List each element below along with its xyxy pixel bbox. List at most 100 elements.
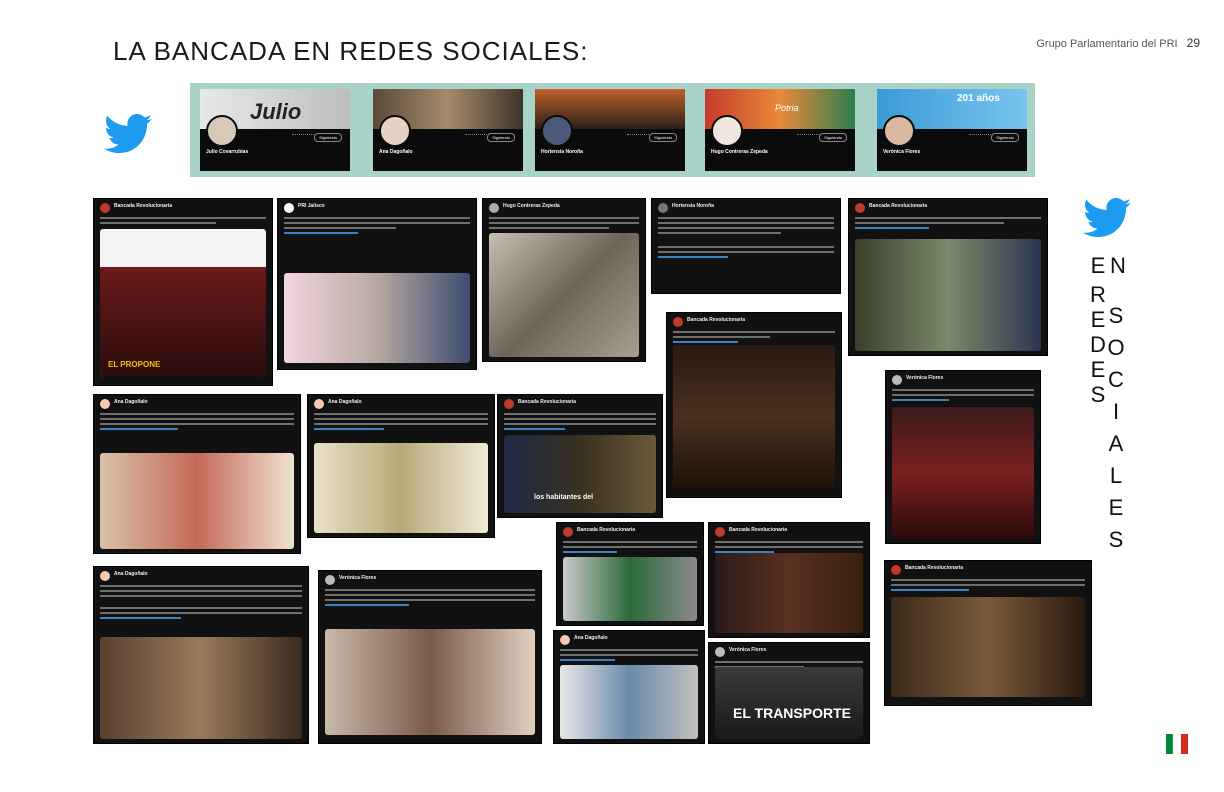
- profile-card[interactable]: Potria Siguiendo Hugo Contreras Zepeda: [705, 89, 855, 171]
- tweet-author: Bancada Revolucionaria: [905, 565, 964, 571]
- follow-button[interactable]: Siguiendo: [819, 133, 847, 142]
- tweet-image: [284, 273, 470, 363]
- tweet-text: [891, 579, 1085, 594]
- tweet-text: [892, 389, 1034, 404]
- tweet-text: [100, 413, 294, 433]
- avatar: [100, 399, 110, 409]
- tweet-card[interactable]: PRI Jalisco: [277, 198, 477, 370]
- tweet-author: Ana Dagoñalo: [114, 399, 148, 405]
- avatar: [504, 399, 514, 409]
- tweet-card[interactable]: Bancada Revolucionaria los habitantes de…: [497, 394, 663, 518]
- tweet-image: [673, 345, 835, 491]
- tweet-card[interactable]: Bancada Revolucionaria: [666, 312, 842, 498]
- action-dots: [797, 134, 821, 140]
- profile-name: Verónica Flores: [883, 149, 921, 155]
- avatar: [489, 203, 499, 213]
- tweet-image: [325, 629, 535, 735]
- avatar: [541, 115, 573, 147]
- tweet-author: Verónica Flores: [906, 375, 944, 381]
- group-name: Grupo Parlamentario del PRI: [1036, 38, 1178, 50]
- tweet-text: [489, 217, 639, 232]
- avatar: [673, 317, 683, 327]
- action-dots: [465, 134, 489, 140]
- tweet-text: [560, 649, 698, 664]
- tweet-text: [563, 541, 697, 556]
- tweet-card[interactable]: Ana Dagoñalo: [93, 566, 309, 744]
- avatar: [379, 115, 411, 147]
- tweet-author: Bancada Revolucionaria: [687, 317, 746, 323]
- tweet-card[interactable]: Ana Dagoñalo: [307, 394, 495, 538]
- follow-button[interactable]: Siguiendo: [487, 133, 515, 142]
- follow-button[interactable]: Siguiendo: [314, 133, 342, 142]
- tweet-text: [100, 217, 266, 227]
- profile-card[interactable]: Julio Siguiendo Julio Covarrubias: [200, 89, 350, 171]
- banner-text: 201 años: [957, 93, 1000, 104]
- tweet-author: Ana Dagoñalo: [114, 571, 148, 577]
- avatar: [715, 527, 725, 537]
- avatar: [563, 527, 573, 537]
- tweet-card[interactable]: Hortensia Noroña: [651, 198, 841, 294]
- tweet-author: Bancada Revolucionaria: [869, 203, 928, 209]
- avatar: [891, 565, 901, 575]
- tweet-author: Hortensia Noroña: [672, 203, 714, 209]
- tweet-image: [100, 637, 302, 739]
- tweet-card[interactable]: Bancada Revolucionaria: [848, 198, 1048, 356]
- tweet-author: Ana Dagoñalo: [574, 635, 608, 641]
- vertical-text-sociales: S O C I A L E S: [1107, 303, 1125, 552]
- tweet-text: [100, 585, 302, 622]
- twitter-bird-icon: [104, 114, 152, 154]
- profile-card[interactable]: 201 años Siguiendo Verónica Flores: [877, 89, 1027, 171]
- vertical-text-redes: R E D E S: [1090, 282, 1106, 407]
- follow-button[interactable]: Siguiendo: [649, 133, 677, 142]
- tweet-card[interactable]: Verónica Flores: [885, 370, 1041, 544]
- avatar: [883, 115, 915, 147]
- avatar: [855, 203, 865, 213]
- banner-text: Potria: [775, 103, 799, 113]
- avatar: [892, 375, 902, 385]
- tweet-author: PRI Jalisco: [298, 203, 325, 209]
- tweet-image: EL TRANSPORTE: [715, 667, 863, 739]
- tweet-text: [855, 217, 1041, 232]
- action-dots: [292, 134, 316, 140]
- action-dots: [969, 134, 993, 140]
- action-dots: [627, 134, 651, 140]
- tweet-card[interactable]: Ana Dagoñalo: [553, 630, 705, 744]
- avatar: [560, 635, 570, 645]
- overlay-text: los habitantes del: [534, 494, 594, 501]
- avatar: [325, 575, 335, 585]
- tweet-card[interactable]: Bancada Revolucionaria: [884, 560, 1092, 706]
- profile-card[interactable]: Siguiendo Hortensia Noroña: [535, 89, 685, 171]
- pri-logo-icon: [1166, 733, 1188, 755]
- twitter-bird-icon: [1083, 198, 1131, 238]
- banner-text: Julio: [250, 99, 302, 124]
- tweet-image: [489, 233, 639, 357]
- avatar: [206, 115, 238, 147]
- avatar: [100, 571, 110, 581]
- profile-card[interactable]: Siguiendo Ana Dagoñalo: [373, 89, 523, 171]
- tweet-text: [284, 217, 470, 237]
- avatar: [658, 203, 668, 213]
- overlay-text: EL PROPONE: [108, 360, 161, 369]
- avatar: [100, 203, 110, 213]
- profile-name: Ana Dagoñalo: [379, 149, 413, 155]
- tweet-image: EL PROPONE: [100, 229, 266, 377]
- tweet-card[interactable]: Hugo Contreras Zepeda: [482, 198, 646, 362]
- vertical-text-en: E N: [1090, 253, 1126, 278]
- tweet-card[interactable]: Verónica Flores EL TRANSPORTE: [708, 642, 870, 744]
- tweet-card[interactable]: Verónica Flores: [318, 570, 542, 744]
- tweet-text: [504, 413, 656, 433]
- tweet-author: Hugo Contreras Zepeda: [503, 203, 560, 209]
- tweet-text: [673, 331, 835, 346]
- tweet-card[interactable]: Ana Dagoñalo: [93, 394, 301, 554]
- tweet-card[interactable]: Bancada Revolucionaria: [556, 522, 704, 626]
- profile-name: Julio Covarrubias: [206, 149, 249, 155]
- tweet-card[interactable]: Bancada Revolucionaria: [708, 522, 870, 638]
- page-title: LA BANCADA EN REDES SOCIALES:: [113, 36, 589, 66]
- avatar: [314, 399, 324, 409]
- tweet-card[interactable]: Bancada Revolucionaria EL PROPONE: [93, 198, 273, 386]
- profile-name: Hortensia Noroña: [541, 149, 583, 155]
- follow-button[interactable]: Siguiendo: [991, 133, 1019, 142]
- tweet-image: [563, 557, 697, 621]
- tweet-author: Ana Dagoñalo: [328, 399, 362, 405]
- header-meta: Grupo Parlamentario del PRI 29: [1036, 36, 1200, 50]
